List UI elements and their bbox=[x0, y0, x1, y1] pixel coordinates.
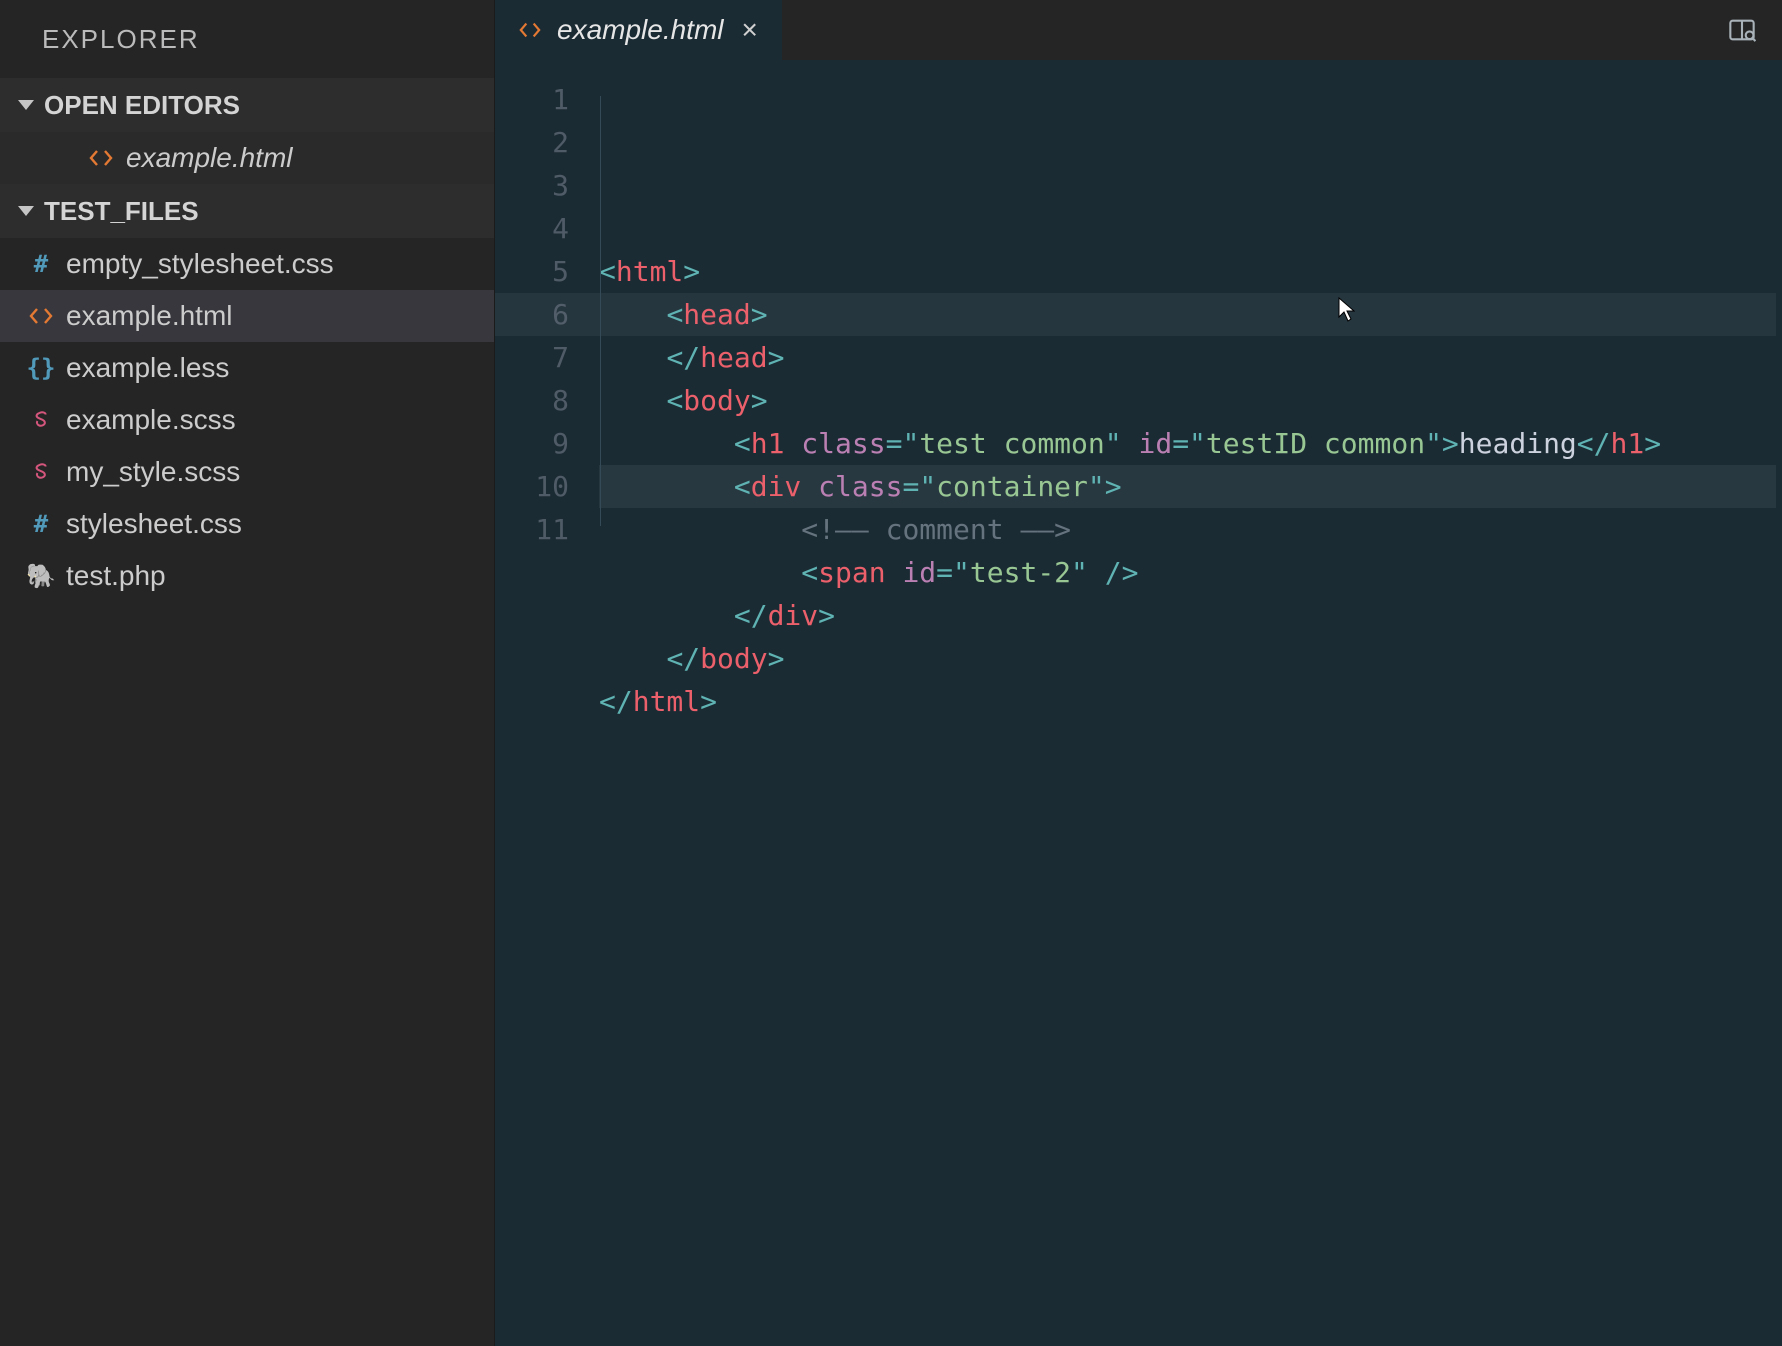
section-folder[interactable]: TEST_FILES bbox=[0, 184, 494, 238]
code-line[interactable]: </head> bbox=[599, 336, 1782, 379]
html-icon bbox=[28, 303, 54, 329]
line-number: 10 bbox=[495, 465, 569, 508]
line-number: 8 bbox=[495, 379, 569, 422]
line-number: 3 bbox=[495, 164, 569, 207]
php-icon: 🐘 bbox=[28, 563, 54, 589]
file-item-label: empty_stylesheet.css bbox=[66, 248, 334, 280]
code-lines[interactable]: <html> <head> </head> <body> <h1 class="… bbox=[599, 78, 1782, 1346]
file-item-label: example.html bbox=[66, 300, 233, 332]
app-root: EXPLORER OPEN EDITORS example.html TEST_… bbox=[0, 0, 1782, 1346]
line-number: 2 bbox=[495, 121, 569, 164]
split-editor-icon[interactable] bbox=[1728, 16, 1756, 44]
line-number: 11 bbox=[495, 508, 569, 551]
less-icon: {} bbox=[28, 355, 54, 381]
minimap[interactable] bbox=[1776, 60, 1782, 1346]
section-open-editors[interactable]: OPEN EDITORS bbox=[0, 78, 494, 132]
explorer-sidebar: EXPLORER OPEN EDITORS example.html TEST_… bbox=[0, 0, 495, 1346]
close-icon[interactable]: × bbox=[738, 14, 758, 46]
file-item-test-php[interactable]: 🐘 test.php bbox=[0, 550, 494, 602]
file-item-example-less[interactable]: {} example.less bbox=[0, 342, 494, 394]
open-editor-item-label: example.html bbox=[126, 142, 293, 174]
tabbar-actions bbox=[1702, 0, 1782, 60]
code-line[interactable]: <head> bbox=[599, 293, 1782, 336]
file-item-label: example.scss bbox=[66, 404, 236, 436]
section-open-editors-label: OPEN EDITORS bbox=[44, 90, 240, 121]
line-number: 7 bbox=[495, 336, 569, 379]
line-number: 4 bbox=[495, 207, 569, 250]
code-line[interactable]: </html> bbox=[599, 680, 1782, 723]
line-number: 9 bbox=[495, 422, 569, 465]
code-line[interactable]: <html> bbox=[599, 250, 1782, 293]
file-item-my-style-scss[interactable]: my_style.scss bbox=[0, 446, 494, 498]
code-area[interactable]: 1234567891011 <html> <head> </head> <bod… bbox=[495, 60, 1782, 1346]
scss-icon bbox=[28, 459, 54, 485]
code-line[interactable]: <h1 class="test common" id="testID commo… bbox=[599, 422, 1782, 465]
indent-guide bbox=[600, 96, 601, 526]
css-icon: # bbox=[28, 251, 54, 277]
code-line[interactable]: <span id="test-2" /> bbox=[599, 551, 1782, 594]
code-line[interactable]: </div> bbox=[599, 594, 1782, 637]
code-line[interactable]: </body> bbox=[599, 637, 1782, 680]
file-item-stylesheet-css[interactable]: # stylesheet.css bbox=[0, 498, 494, 550]
line-number-gutter: 1234567891011 bbox=[495, 78, 599, 1346]
line-number: 6 bbox=[495, 293, 569, 336]
folder-items: # empty_stylesheet.css example.html {} examp… bbox=[0, 238, 494, 602]
code-line[interactable]: <!—— comment ——> bbox=[599, 508, 1782, 551]
tab-example-html[interactable]: example.html × bbox=[495, 0, 782, 60]
file-item-example-scss[interactable]: example.scss bbox=[0, 394, 494, 446]
editor-pane: example.html × 1234567891011 bbox=[495, 0, 1782, 1346]
explorer-title: EXPLORER bbox=[0, 0, 494, 78]
open-editor-item[interactable]: example.html bbox=[0, 132, 494, 184]
file-item-label: stylesheet.css bbox=[66, 508, 242, 540]
chevron-down-icon bbox=[18, 100, 34, 110]
file-item-label: test.php bbox=[66, 560, 166, 592]
tab-bar: example.html × bbox=[495, 0, 1782, 60]
file-item-label: example.less bbox=[66, 352, 229, 384]
code-line[interactable]: <div class="container"> bbox=[599, 465, 1782, 508]
code-line[interactable]: <body> bbox=[599, 379, 1782, 422]
chevron-down-icon bbox=[18, 206, 34, 216]
tab-label: example.html bbox=[557, 14, 724, 46]
scss-icon bbox=[28, 407, 54, 433]
line-number: 1 bbox=[495, 78, 569, 121]
section-folder-label: TEST_FILES bbox=[44, 196, 199, 227]
line-number: 5 bbox=[495, 250, 569, 293]
css-icon: # bbox=[28, 511, 54, 537]
file-item-empty-stylesheet-css[interactable]: # empty_stylesheet.css bbox=[0, 238, 494, 290]
tabbar-spacer bbox=[782, 0, 1702, 60]
html-icon bbox=[517, 17, 543, 43]
html-icon bbox=[88, 145, 114, 171]
file-item-label: my_style.scss bbox=[66, 456, 240, 488]
file-item-example-html[interactable]: example.html bbox=[0, 290, 494, 342]
